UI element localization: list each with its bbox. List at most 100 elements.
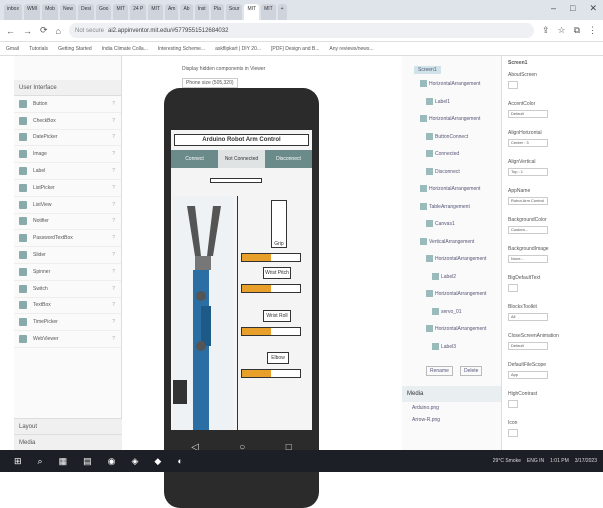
palette-layout[interactable]: Layout [14, 418, 122, 434]
palette-item[interactable]: ListView? [14, 197, 121, 214]
property-value[interactable] [508, 429, 518, 437]
browser-tab[interactable]: inbox [4, 4, 22, 20]
task-view-icon[interactable]: ▦ [59, 456, 68, 467]
help-icon[interactable]: ? [112, 252, 115, 258]
property-value[interactable]: None... [508, 255, 548, 263]
help-icon[interactable]: ? [112, 202, 115, 208]
component-tree-item[interactable]: HorizontalArrangement [420, 80, 480, 87]
palette-item[interactable]: Slider? [14, 247, 121, 264]
bookmark-item[interactable]: Any reviews/news... [329, 46, 373, 52]
rename-button[interactable]: Rename [426, 366, 453, 376]
browser-tab[interactable]: MIT [261, 4, 276, 20]
property-value[interactable]: Default [508, 110, 548, 118]
component-tree-item[interactable]: HorizontalArrangement [426, 325, 486, 332]
close-icon[interactable]: ✕ [589, 3, 597, 14]
palette-item[interactable]: Notifier? [14, 214, 121, 231]
browser-tab[interactable]: New [59, 4, 76, 20]
property-value[interactable]: Top : 1 [508, 168, 548, 176]
palette-item[interactable]: Label? [14, 163, 121, 180]
component-tree-item[interactable]: HorizontalArrangement [426, 290, 486, 297]
help-icon[interactable]: ? [112, 235, 115, 241]
connect-button[interactable]: Connect [171, 150, 218, 168]
palette-item[interactable]: PasswordTextBox? [14, 230, 121, 248]
component-tree-item[interactable]: Connected [426, 150, 459, 157]
star-icon[interactable]: ☆ [557, 25, 565, 36]
app-icon-1[interactable]: ◈ [131, 456, 138, 467]
file-explorer-icon[interactable]: ▤ [83, 456, 92, 467]
component-tree-item[interactable]: Disconnect [426, 167, 460, 175]
palette-item[interactable]: CheckBox? [14, 113, 121, 130]
palette-item[interactable]: Spinner? [14, 264, 121, 281]
help-icon[interactable]: ? [112, 101, 115, 107]
browser-tab[interactable]: Am [164, 4, 179, 20]
chrome-icon[interactable]: ◉ [108, 456, 116, 467]
help-icon[interactable]: ? [112, 319, 115, 325]
help-icon[interactable]: ? [112, 286, 115, 292]
browser-tab[interactable]: Sour [225, 4, 243, 20]
home-icon[interactable]: ⌂ [56, 26, 61, 36]
component-tree-item[interactable]: Label1 [426, 97, 450, 105]
help-icon[interactable]: ? [112, 269, 115, 275]
windows-start-icon[interactable]: ⊞ [14, 456, 22, 467]
property-value[interactable]: Robot Arm Control [508, 197, 548, 205]
palette-item[interactable]: TextBox? [14, 298, 121, 315]
browser-tab[interactable]: Ab [180, 4, 193, 20]
app-icon-2[interactable]: ◆ [154, 456, 161, 467]
help-icon[interactable]: ? [112, 151, 115, 157]
phone-size-select[interactable]: Phone size (505,320) [182, 78, 238, 88]
bookmark-item[interactable]: [PDF] Design and B... [271, 46, 319, 52]
property-value[interactable]: Center : 3 [508, 139, 548, 147]
url-field[interactable]: Not secure ai2.appinventor.mit.edu/#5779… [68, 23, 534, 38]
bookmark-item[interactable]: Gmail [6, 46, 19, 52]
browser-tab[interactable]: 24 P [130, 4, 147, 20]
property-value[interactable]: App [508, 371, 548, 379]
bookmark-item[interactable]: Interesting Scheme... [158, 46, 205, 52]
search-icon[interactable]: ⌕ [38, 456, 43, 467]
hidden-components-checkbox-label[interactable]: Display hidden components in Viewer [182, 66, 265, 72]
property-value[interactable]: Default [508, 342, 548, 350]
help-icon[interactable]: ? [112, 336, 115, 342]
component-tree-item[interactable]: HorizontalArrangement [420, 185, 480, 192]
browser-tab[interactable]: Mob [42, 4, 58, 20]
back-icon[interactable]: ← [6, 26, 15, 36]
property-value[interactable] [508, 400, 518, 408]
grip-slider[interactable] [241, 253, 301, 262]
browser-tab[interactable]: Inst [194, 4, 209, 20]
browser-tab[interactable]: + [277, 4, 287, 20]
component-tree-item[interactable]: HorizontalArrangement [420, 115, 480, 122]
browser-tab[interactable]: MIT [148, 4, 163, 20]
palette-item[interactable]: ListPicker? [14, 180, 121, 197]
component-tree-item[interactable]: ButtonConnect [426, 132, 468, 140]
browser-tab[interactable]: MIT [113, 4, 129, 20]
component-tree-item[interactable]: servo_01 [432, 307, 462, 315]
help-icon[interactable]: ? [112, 185, 115, 191]
component-tree-item[interactable]: Canvas1 [426, 220, 455, 227]
palette-media[interactable]: Media [14, 434, 122, 450]
media-item[interactable]: Arduino.png [402, 402, 501, 414]
disconnect-button[interactable]: Disconnect [265, 150, 312, 168]
property-value[interactable] [508, 284, 518, 292]
reload-icon[interactable]: ⟳ [40, 25, 48, 36]
help-icon[interactable]: ? [112, 118, 115, 124]
minimize-icon[interactable]: – [551, 3, 556, 14]
property-value[interactable]: Custom... [508, 226, 548, 234]
component-tree-item[interactable]: Label2 [432, 272, 456, 280]
help-icon[interactable]: ? [112, 134, 115, 140]
help-icon[interactable]: ? [112, 168, 115, 174]
help-icon[interactable]: ? [112, 302, 115, 308]
menu-icon[interactable]: ⋮ [588, 25, 597, 36]
palette-item[interactable]: WebViewer? [14, 331, 121, 348]
browser-tab[interactable]: Pla [210, 4, 224, 20]
browser-tab[interactable]: MIT [244, 4, 260, 20]
property-value[interactable] [508, 81, 518, 89]
palette-item[interactable]: TimePicker? [14, 314, 121, 332]
property-value[interactable]: All [508, 313, 548, 321]
extensions-icon[interactable]: ⧉ [574, 25, 580, 36]
share-icon[interactable]: ⇪ [542, 25, 550, 36]
wrist-pitch-slider[interactable] [241, 284, 301, 293]
component-tree-item[interactable]: VerticalArrangement [420, 237, 474, 245]
bookmark-item[interactable]: askflipkart | DIY 20... [215, 46, 261, 52]
palette-header[interactable]: User Interface [14, 80, 121, 96]
app-icon-3[interactable]: ◐ [177, 456, 182, 466]
wrist-roll-slider[interactable] [241, 327, 301, 336]
